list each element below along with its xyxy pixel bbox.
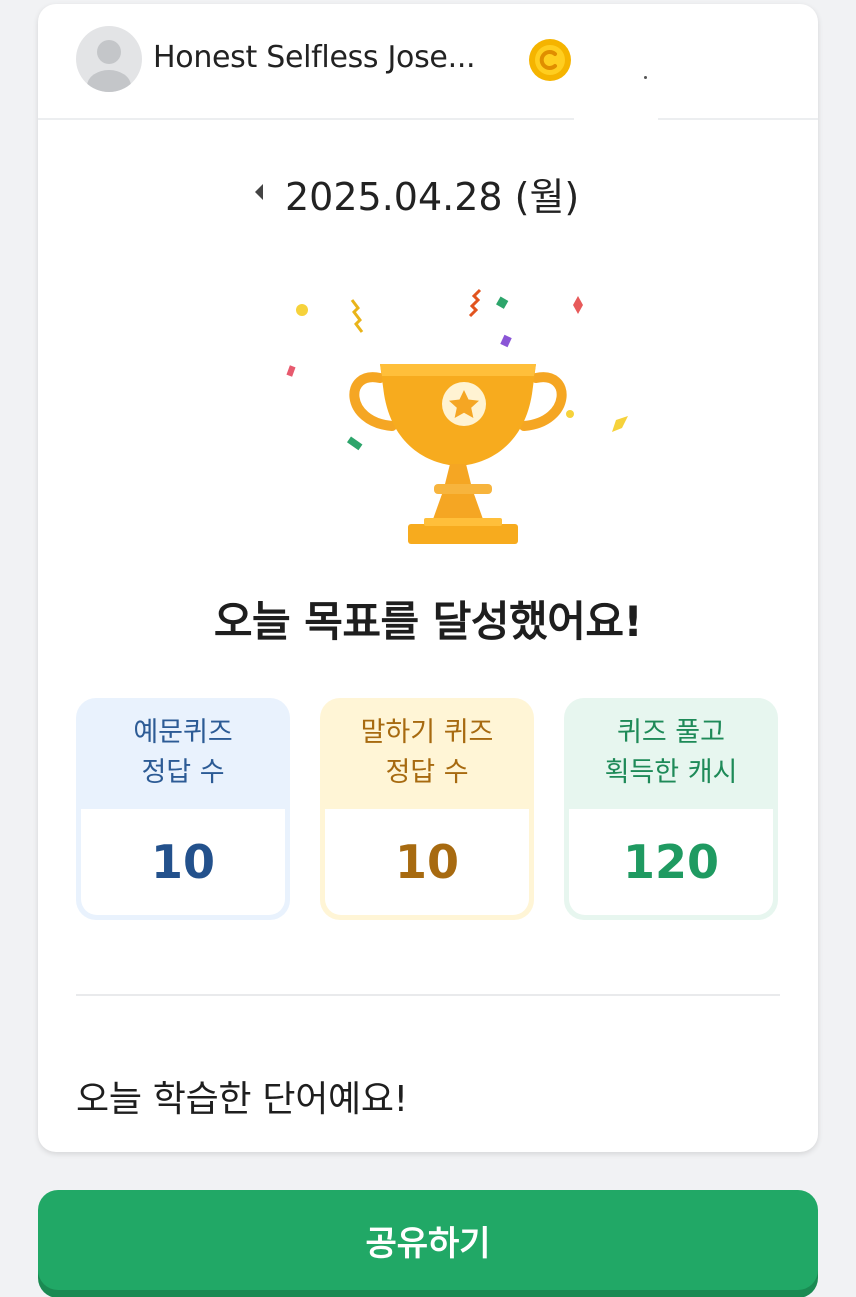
divider (76, 994, 780, 996)
date-label: 2025.04.28 (월) (285, 175, 580, 219)
stat-label-line1: 퀴즈 풀고 (617, 717, 725, 748)
redacted-area (574, 14, 658, 126)
stat-label: 말하기 퀴즈 정답 수 (320, 698, 534, 808)
trophy-icon (228, 274, 628, 564)
stat-label-line2: 정답 수 (141, 757, 225, 788)
stat-card-earned-cash: 퀴즈 풀고 획득한 캐시 120 (564, 698, 778, 920)
learned-words-title: 오늘 학습한 단어예요! (76, 1079, 408, 1120)
profile-header: Honest Selfless Jose... (38, 4, 818, 126)
stat-label-line1: 말하기 퀴즈 (360, 717, 494, 748)
stat-value: 120 (569, 809, 773, 915)
share-button[interactable]: 공유하기 (38, 1190, 818, 1290)
stat-label: 퀴즈 풀고 획득한 캐시 (564, 698, 778, 808)
stat-value: 10 (81, 809, 285, 915)
caret-left-icon[interactable] (246, 178, 270, 206)
stat-label-line2: 획득한 캐시 (604, 757, 738, 788)
stat-card-sentence-quiz: 예문퀴즈 정답 수 10 (76, 698, 290, 920)
result-card: Honest Selfless Jose... 2025.04.28 (월) 오… (38, 4, 818, 1152)
stray-mark (644, 76, 647, 79)
stat-label: 예문퀴즈 정답 수 (76, 698, 290, 808)
stat-label-line1: 예문퀴즈 (133, 717, 233, 748)
username: Honest Selfless Jose... (153, 40, 476, 75)
stat-label-line2: 정답 수 (385, 757, 469, 788)
goal-achieved-headline: 오늘 목표를 달성했어요! (213, 597, 643, 646)
default-avatar-icon[interactable] (76, 26, 142, 92)
stat-value: 10 (325, 809, 529, 915)
stat-card-speaking-quiz: 말하기 퀴즈 정답 수 10 (320, 698, 534, 920)
date-navigator: 2025.04.28 (월) (38, 164, 818, 220)
coin-icon (528, 38, 572, 82)
